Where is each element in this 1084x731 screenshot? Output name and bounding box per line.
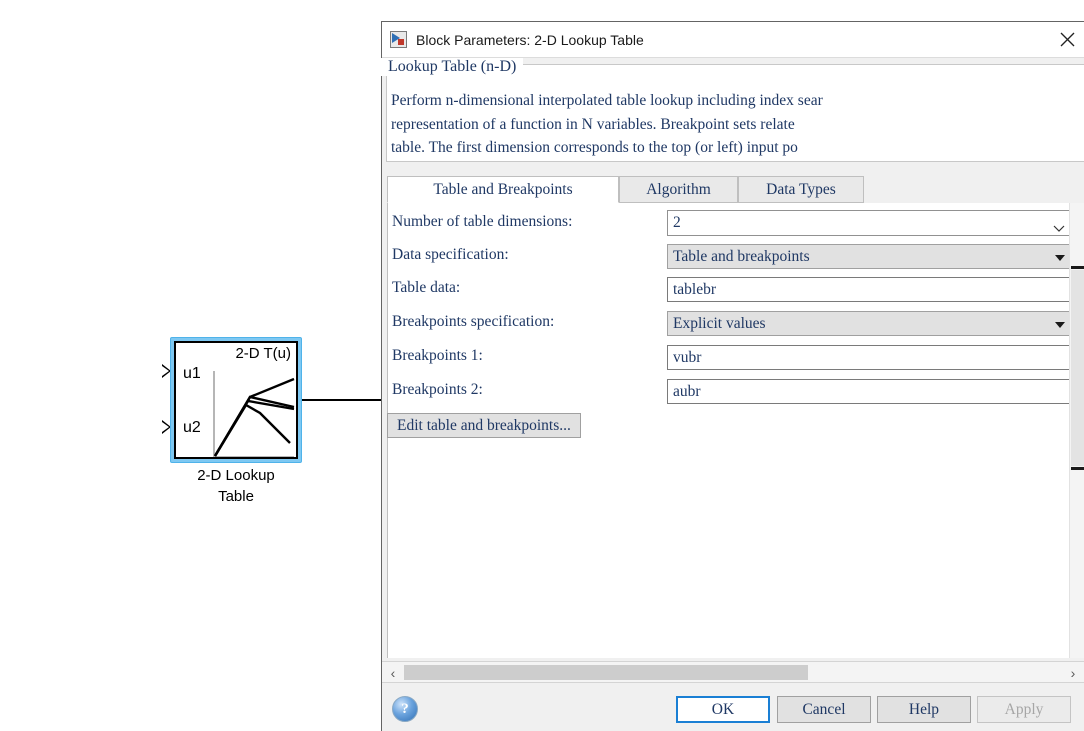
table-dimensions-select[interactable]: 2	[667, 210, 1075, 236]
scroll-left-icon[interactable]: ‹	[384, 664, 402, 681]
button-label: Help	[908, 700, 940, 718]
breakpoints-1-input[interactable]: vubr	[667, 345, 1084, 370]
caret-down-icon	[1055, 322, 1065, 328]
ok-button[interactable]: OK	[676, 696, 770, 723]
field-row-breakpoints-2: Breakpoints 2: aubr	[388, 375, 1084, 408]
scroll-left-glyph: ‹	[390, 664, 396, 681]
tab-label: Table and Breakpoints	[433, 180, 573, 198]
tab-label: Algorithm	[646, 180, 711, 198]
field-row-data-specification: Data specification: Table and breakpoint…	[388, 240, 1084, 273]
button-label: Apply	[1004, 700, 1044, 718]
close-icon[interactable]	[1044, 22, 1084, 57]
breakpoints-specification-select[interactable]: Explicit values	[667, 311, 1075, 336]
block-caption-line-2: Table	[218, 488, 254, 505]
dialog-title: Block Parameters: 2-D Lookup Table	[416, 31, 644, 48]
block-icon-title: 2-D T(u)	[235, 345, 291, 362]
chevron-down-icon	[1053, 220, 1065, 238]
vertical-scrollbar-thumb[interactable]	[1071, 266, 1084, 470]
dialog-button-bar: ? OK Cancel Help Apply	[382, 682, 1084, 731]
help-icon[interactable]: ?	[392, 696, 418, 722]
block-input-label-u1: u1	[183, 365, 201, 382]
field-row-table-dimensions: Number of table dimensions: 2	[388, 207, 1084, 240]
table-data-input[interactable]: tablebr	[667, 277, 1084, 302]
block-body: 2-D T(u) u1 u2	[174, 341, 298, 459]
select-value: Explicit values	[673, 314, 766, 332]
description-line-2: representation of a function in N variab…	[391, 115, 795, 133]
field-row-breakpoints-specification: Breakpoints specification: Explicit valu…	[388, 307, 1084, 340]
tab-data-types[interactable]: Data Types	[738, 176, 864, 203]
vertical-scrollbar[interactable]	[1069, 203, 1084, 658]
tabstrip: Table and Breakpoints Algorithm Data Typ…	[387, 176, 1084, 204]
field-label: Breakpoints 2:	[392, 381, 483, 398]
scroll-right-glyph: ›	[1070, 664, 1076, 681]
horizontal-scrollbar-thumb[interactable]	[404, 665, 808, 680]
dialog-titlebar[interactable]: Block Parameters: 2-D Lookup Table	[382, 22, 1084, 58]
horizontal-scrollbar[interactable]: ‹ ›	[382, 661, 1084, 683]
select-value: 2	[673, 214, 681, 231]
cancel-button[interactable]: Cancel	[777, 696, 871, 723]
input-value: tablebr	[673, 280, 717, 298]
simulink-block-icon	[390, 31, 407, 48]
button-label: OK	[711, 700, 735, 718]
output-signal-line[interactable]	[302, 399, 384, 401]
breakpoints-2-input[interactable]: aubr	[667, 379, 1084, 404]
block-caption: 2-D Lookup Table	[150, 465, 322, 507]
groupbox-legend: Lookup Table (n-D)	[381, 58, 524, 76]
help-glyph: ?	[401, 700, 409, 717]
description-line-3: table. The first dimension corresponds t…	[391, 139, 798, 156]
input-value: vubr	[673, 348, 702, 366]
button-label: Cancel	[802, 700, 846, 718]
block-description: Perform n-dimensional interpolated table…	[391, 89, 1073, 159]
field-row-table-data: Table data: tablebr	[388, 273, 1084, 306]
button-label: Edit table and breakpoints...	[397, 416, 571, 434]
select-value: Table and breakpoints	[673, 247, 810, 265]
field-row-breakpoints-1: Breakpoints 1: vubr	[388, 341, 1084, 374]
tab-algorithm[interactable]: Algorithm	[619, 176, 738, 203]
block-input-label-u2: u2	[183, 419, 201, 436]
apply-button: Apply	[977, 696, 1071, 723]
field-label: Data specification:	[392, 246, 509, 263]
description-line-1: Perform n-dimensional interpolated table…	[391, 92, 823, 109]
field-label: Breakpoints specification:	[392, 313, 555, 330]
caret-down-icon	[1055, 255, 1065, 261]
scroll-right-icon[interactable]: ›	[1064, 664, 1082, 681]
tab-label: Data Types	[766, 180, 836, 198]
tab-table-and-breakpoints[interactable]: Table and Breakpoints	[387, 176, 619, 203]
input-value: aubr	[673, 382, 701, 400]
help-button[interactable]: Help	[877, 696, 971, 723]
block-caption-line-1: 2-D Lookup	[197, 467, 275, 484]
field-label: Table data:	[392, 279, 461, 296]
data-specification-select[interactable]: Table and breakpoints	[667, 244, 1075, 269]
edit-table-and-breakpoints-button[interactable]: Edit table and breakpoints...	[387, 413, 581, 438]
field-label: Number of table dimensions:	[392, 213, 573, 230]
field-label: Breakpoints 1:	[392, 347, 483, 364]
lookup-curve-icon	[213, 371, 295, 457]
block-2d-lookup-table[interactable]: 2-D T(u) u1 u2	[170, 337, 302, 463]
